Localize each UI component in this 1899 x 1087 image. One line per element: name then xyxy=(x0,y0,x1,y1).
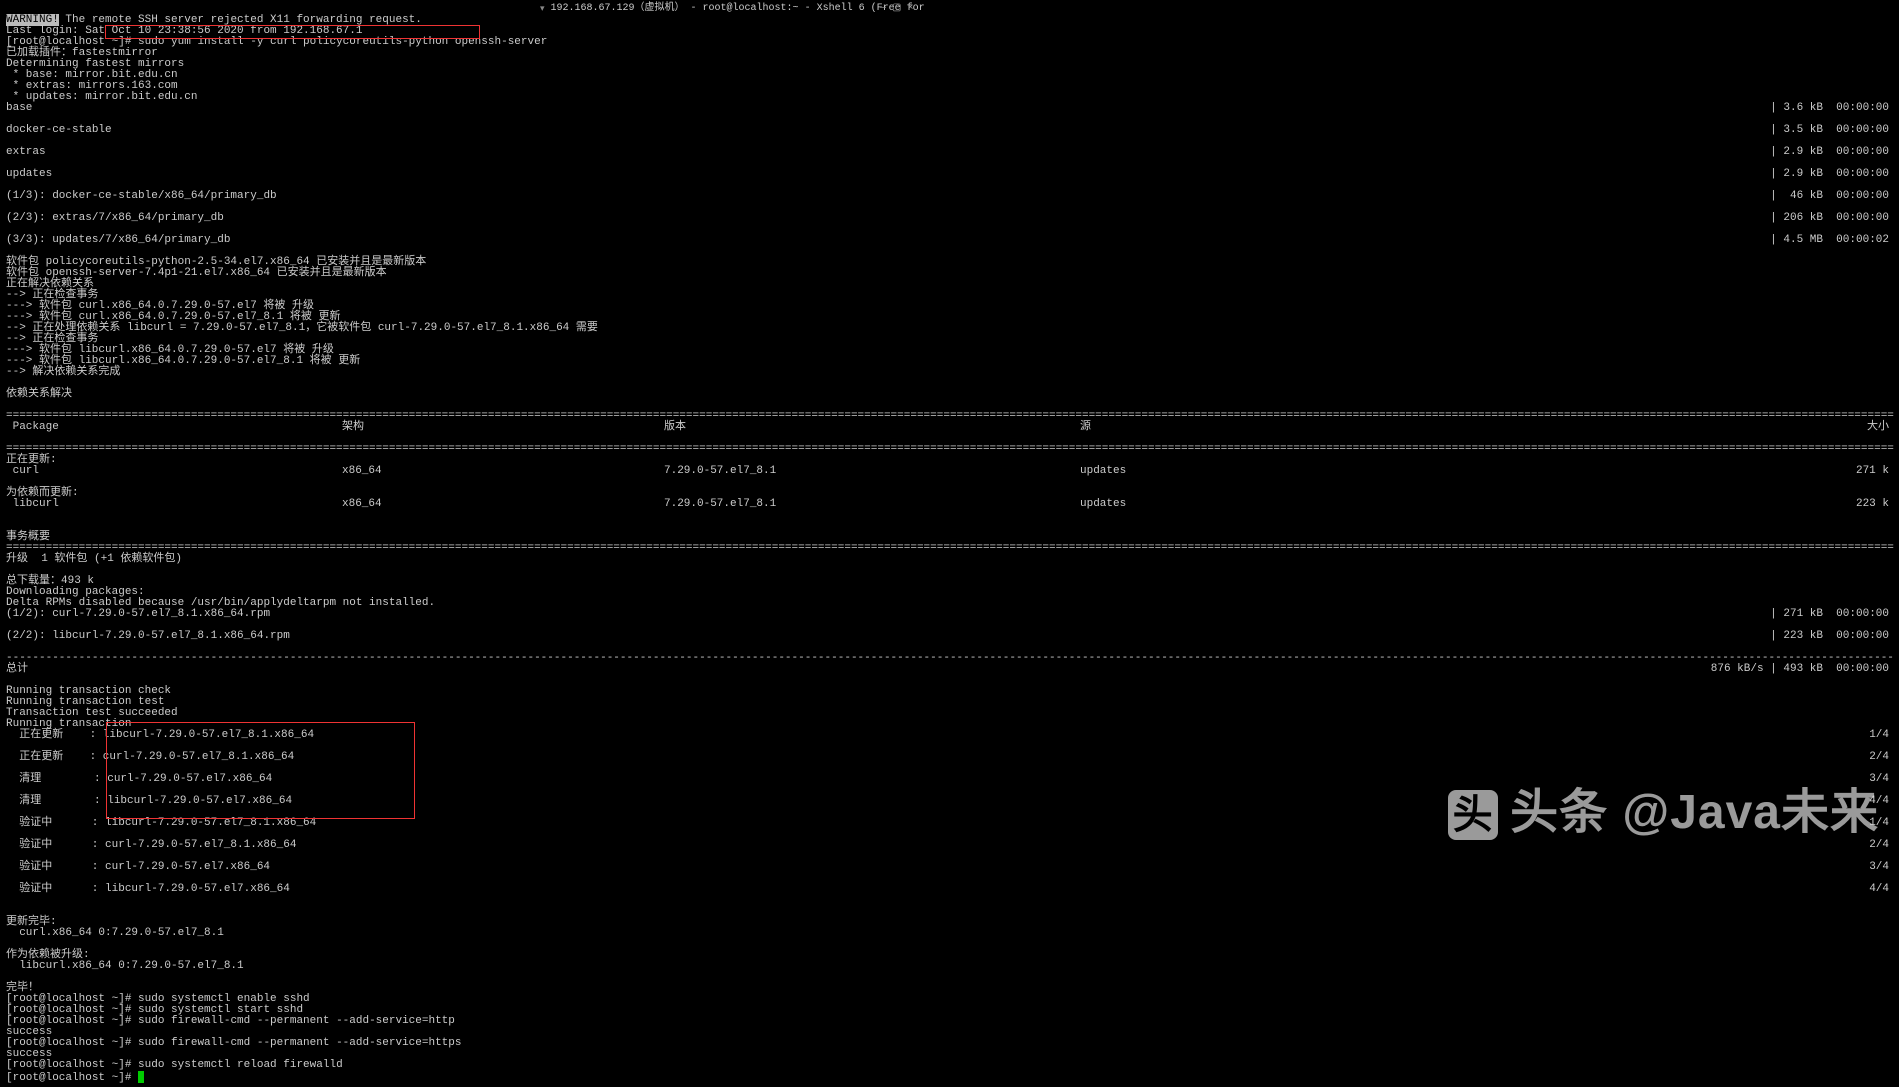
table-border: ========================================… xyxy=(6,410,1894,422)
table-border: ----------------------------------------… xyxy=(6,652,1894,664)
table-header: Package架构版本源大小 xyxy=(6,422,1893,433)
command-yum-install: sudo yum install -y curl policycoreutils… xyxy=(138,36,547,48)
prompt: [root@localhost ~]# xyxy=(6,1059,138,1071)
window-title: 192.168.67.129（虚拟机） - root@localhost:~ -… xyxy=(551,4,925,14)
table-border: ========================================… xyxy=(6,443,1894,455)
window-controls: — ▢ × xyxy=(880,4,913,14)
minimize-icon[interactable]: — xyxy=(880,4,886,14)
terminal-output[interactable]: WARNING! The remote SSH server rejected … xyxy=(0,0,1899,1087)
command-reload-firewalld: sudo systemctl reload firewalld xyxy=(138,1059,343,1071)
watermark-icon: 头 xyxy=(1448,790,1498,840)
window-menu-icon[interactable]: ▾ xyxy=(540,5,545,14)
close-icon[interactable]: × xyxy=(907,4,913,14)
command-firewall-https: sudo firewall-cmd --permanent --add-serv… xyxy=(138,1037,461,1049)
command-firewall-http: sudo firewall-cmd --permanent --add-serv… xyxy=(138,1015,455,1027)
prompt: [root@localhost ~]# xyxy=(6,1072,138,1084)
cursor xyxy=(138,1071,144,1083)
table-row: libcurlx86_647.29.0-57.el7_8.1updates223… xyxy=(6,499,1893,510)
window-titlebar: ▾ 192.168.67.129（虚拟机） - root@localhost:~… xyxy=(540,4,925,14)
maximize-icon[interactable]: ▢ xyxy=(892,4,901,14)
watermark-text: 头条 @Java未来 xyxy=(1510,786,1879,839)
watermark: 头头条 @Java未来 xyxy=(1448,789,1879,840)
table-border: ========================================… xyxy=(6,542,1894,554)
table-row: curlx86_647.29.0-57.el7_8.1updates271 k xyxy=(6,466,1893,477)
